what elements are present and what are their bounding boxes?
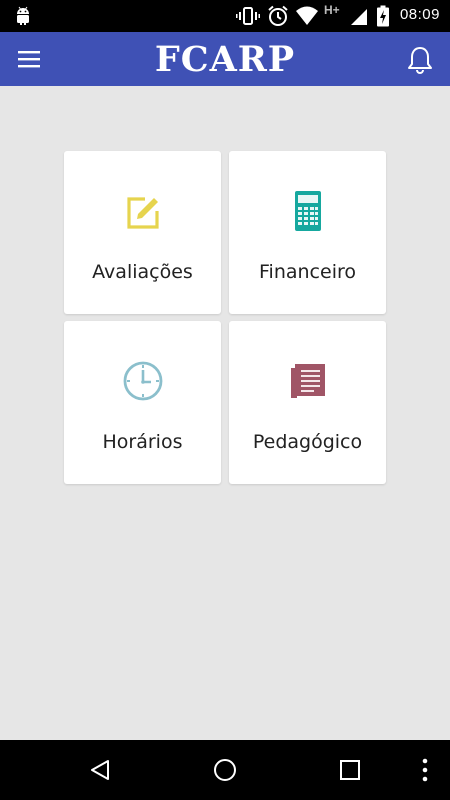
back-triangle-icon [91, 760, 109, 780]
overflow-menu-button[interactable] [411, 755, 439, 785]
recents-square-icon [340, 760, 360, 780]
battery-charging-icon [377, 5, 389, 27]
card-financeiro[interactable]: Financeiro [229, 151, 386, 314]
recents-button[interactable] [335, 755, 365, 785]
app-bar: FCARP [0, 32, 450, 86]
home-circle-icon [214, 759, 236, 781]
more-vert-icon [422, 758, 428, 782]
alarm-icon [268, 5, 288, 26]
card-pedagogico[interactable]: Pedagógico [229, 321, 386, 484]
edit-icon [126, 197, 159, 229]
clock: 08:09 [399, 6, 440, 23]
back-button[interactable] [85, 755, 115, 785]
card-label: Pedagógico [252, 431, 363, 453]
bell-icon [408, 47, 432, 74]
card-avaliacoes[interactable]: Avaliações [64, 151, 221, 314]
clock-icon [123, 361, 162, 401]
status-bar: H+ 08:09 [0, 0, 450, 32]
android-debug-icon [17, 6, 29, 25]
card-label: Financeiro [259, 261, 356, 283]
calculator-icon [294, 191, 321, 231]
wifi-icon [296, 6, 318, 25]
card-label: Horários [102, 431, 183, 453]
vibrate-icon [236, 7, 260, 25]
card-horarios[interactable]: Horários [64, 321, 221, 484]
notifications-button[interactable] [404, 43, 436, 77]
system-nav-bar [0, 740, 450, 800]
card-label: Avaliações [92, 261, 193, 283]
signal-icon [351, 9, 367, 25]
app-title: FCARP [154, 39, 296, 80]
network-type-label: H+ [324, 3, 340, 17]
book-icon [290, 364, 325, 398]
home-button[interactable] [210, 755, 240, 785]
